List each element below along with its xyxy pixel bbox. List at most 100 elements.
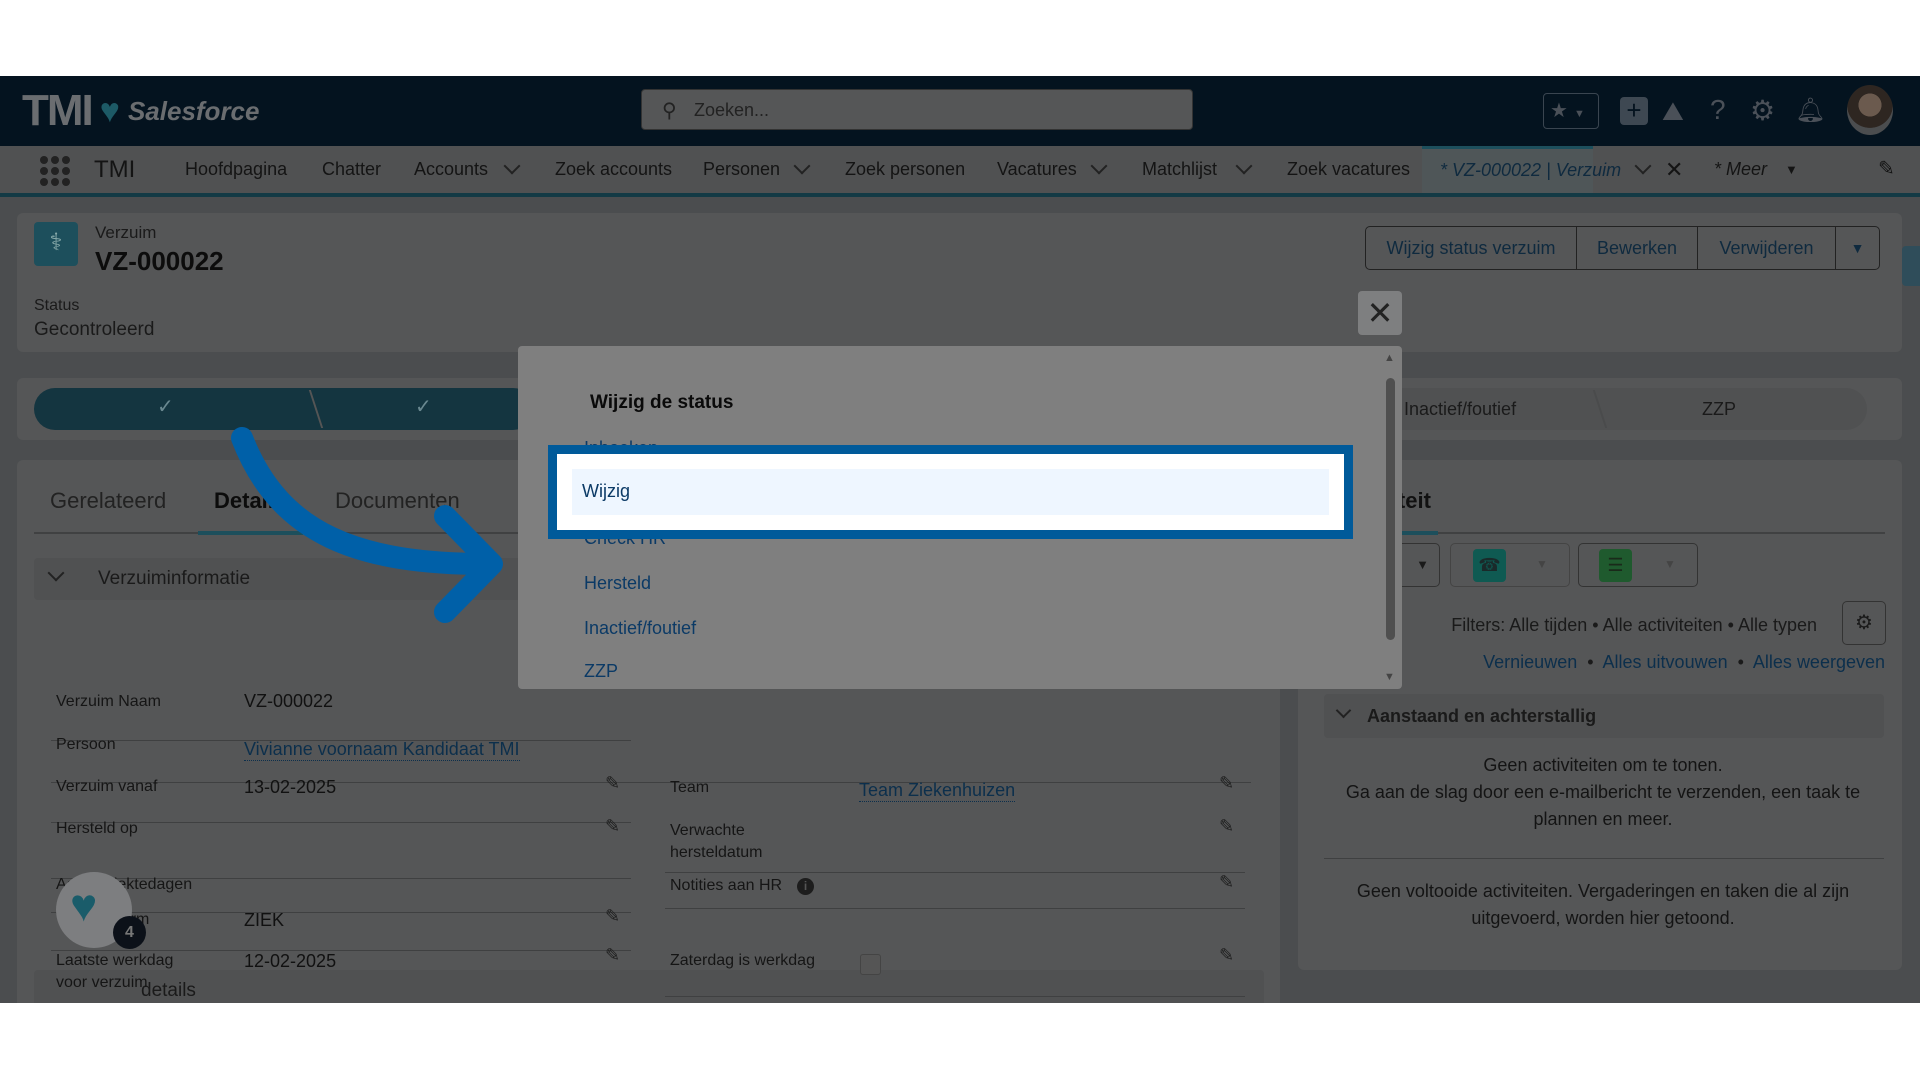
field-label: Zaterdag is werkdag	[670, 952, 815, 969]
search-input[interactable]: ⚲ Zoeken...	[641, 89, 1193, 130]
nav-personen[interactable]: Personen	[703, 146, 780, 193]
status-option-inactief[interactable]: Inactief/foutief	[584, 618, 696, 639]
nav-zoek-accounts[interactable]: Zoek accounts	[555, 146, 672, 193]
bewerken-button[interactable]: Bewerken	[1576, 226, 1698, 270]
status-option-wijzig[interactable]: Wijzig	[572, 469, 1329, 515]
edit-pencil-icon[interactable]: ✎	[1219, 816, 1234, 837]
phone-log-icon: ☎	[1473, 549, 1506, 582]
chevron-down-icon[interactable]	[793, 157, 811, 175]
edit-pencil-icon[interactable]: ✎	[1219, 872, 1234, 893]
field-verzuim-vanaf: 13-02-2025	[244, 777, 337, 797]
empty-past: Geen voltooide activiteiten. Vergadering…	[1356, 881, 1850, 928]
field-label: Verzuim Naam	[56, 693, 161, 710]
edit-pencil-icon[interactable]: ✎	[605, 773, 620, 794]
call-action-button[interactable]: ☎ ▼	[1450, 543, 1570, 587]
edit-pencil-icon[interactable]: ✎	[605, 906, 620, 927]
star-icon: ★	[1550, 100, 1568, 122]
edit-pencil-icon[interactable]: ✎	[605, 816, 620, 837]
info-icon[interactable]: i	[797, 878, 814, 895]
section-title: Aanstaand en achterstallig	[1367, 706, 1597, 726]
modal-scrollbar[interactable]	[1386, 378, 1395, 640]
app-launcher-icon[interactable]	[40, 156, 70, 186]
divider	[51, 782, 1251, 783]
zaterdag-checkbox[interactable]	[860, 954, 881, 975]
tab-label: * VZ-000022 | Verzuim	[1440, 160, 1622, 180]
record-header: ⚕ Verzuim VZ-000022 Wijzig status verzui…	[17, 213, 1902, 352]
nav-chatter[interactable]: Chatter	[322, 146, 381, 193]
favorites-button[interactable]: ★ ▼	[1543, 93, 1599, 129]
salesforce-app: TMI ♥ Salesforce ⚲ Zoeken... ★ ▼ + ⛰ ? ⚙ …	[0, 76, 1920, 1003]
nav-zoek-personen[interactable]: Zoek personen	[845, 146, 965, 193]
field-persoon-link[interactable]: Vivianne voornaam Kandidaat TMI	[244, 739, 520, 761]
side-panel-toggle[interactable]	[1902, 246, 1920, 286]
section-details[interactable]: details	[34, 970, 1264, 1003]
field-label: Verwachte hersteldatum	[670, 822, 763, 861]
navigation-bar: TMI Hoofdpagina Chatter Accounts Zoek ac…	[0, 146, 1920, 197]
trailhead-icon[interactable]: ⛰	[1662, 96, 1684, 128]
vernieuwen-link[interactable]: Vernieuwen	[1483, 652, 1577, 672]
stethoscope-icon: ⚕	[34, 222, 78, 266]
section-aanstaand[interactable]: Aanstaand en achterstallig	[1324, 694, 1884, 738]
nav-zoek-vacatures[interactable]: Zoek vacatures	[1287, 146, 1410, 193]
edit-pencil-icon[interactable]: ✎	[605, 945, 620, 966]
help-icon[interactable]: ?	[1710, 94, 1726, 126]
more-actions-button[interactable]: ▼	[1835, 226, 1880, 270]
bell-icon[interactable]: 🔔︎	[1795, 96, 1825, 125]
logo[interactable]: TMI ♥ Salesforce	[22, 86, 259, 136]
alles-uitvouwen-link[interactable]: Alles uitvouwen	[1603, 652, 1728, 672]
nav-hoofdpagina[interactable]: Hoofdpagina	[185, 146, 287, 193]
field-verzuim-naam: VZ-000022	[244, 691, 334, 711]
field-label: Laatste werkdag voor verzuim	[56, 952, 174, 991]
divider	[665, 996, 1245, 997]
scroll-up-icon[interactable]: ▲	[1384, 352, 1395, 364]
status-value: Gecontroleerd	[34, 319, 155, 340]
search-icon: ⚲	[662, 100, 677, 122]
verwijderen-button[interactable]: Verwijderen	[1697, 226, 1836, 270]
status-label: Status	[34, 297, 80, 314]
wijzig-status-verzuim-button[interactable]: Wijzig status verzuim	[1365, 226, 1577, 270]
activity-settings-button[interactable]: ⚙	[1842, 601, 1886, 645]
chevron-down-icon[interactable]	[503, 157, 521, 175]
modal-title: Wijzig de status	[590, 392, 734, 413]
nav-vacatures[interactable]: Vacatures	[997, 146, 1077, 193]
chevron-down-icon: ▼	[1536, 557, 1548, 571]
nav-matchlijst[interactable]: Matchlijst	[1142, 146, 1217, 193]
field-label: Hersteld op	[56, 820, 138, 837]
app-name: TMI	[94, 156, 136, 183]
close-tab-icon[interactable]: ✕	[1665, 146, 1683, 193]
chevron-down-icon[interactable]	[1235, 157, 1253, 175]
scroll-down-icon[interactable]: ▼	[1384, 671, 1395, 683]
status-option-zzp[interactable]: ZZP	[584, 661, 618, 682]
field-laatste-werkdag: 12-02-2025	[244, 951, 337, 971]
modal-close-button[interactable]: ✕	[1358, 291, 1402, 335]
nav-accounts[interactable]: Accounts	[414, 146, 488, 193]
chevron-down-icon[interactable]: ▼	[1785, 146, 1798, 193]
floating-heart-button[interactable]: ♥ 4	[56, 872, 146, 949]
activity-filters: Filters: Alle tijden • Alle activiteiten…	[1451, 615, 1817, 635]
chevron-down-icon[interactable]	[1090, 157, 1108, 175]
pointer-arrow	[231, 427, 503, 623]
task-action-button[interactable]: ☰ ▼	[1578, 543, 1698, 587]
gear-icon[interactable]: ⚙	[1750, 94, 1775, 127]
status-option-hersteld[interactable]: Hersteld	[584, 573, 651, 594]
path-stage-zzp[interactable]: ZZP	[1702, 399, 1736, 420]
divider	[51, 822, 631, 823]
tab-gerelateerd[interactable]: Gerelateerd	[50, 488, 166, 514]
field-label: Persoon	[56, 736, 116, 753]
edit-pencil-icon[interactable]: ✎	[1219, 773, 1234, 794]
avatar[interactable]	[1847, 85, 1893, 135]
arrow-curve	[231, 427, 499, 575]
field-team-link[interactable]: Team Ziekenhuizen	[859, 780, 1016, 802]
edit-pencil-icon[interactable]: ✎	[1219, 945, 1234, 966]
task-list-icon: ☰	[1599, 549, 1632, 582]
alles-weergeven-link[interactable]: Alles weergeven	[1753, 652, 1885, 672]
chevron-down-icon[interactable]	[1634, 157, 1652, 175]
chevron-down-icon: ▼	[1573, 108, 1585, 120]
path-stage-inactief[interactable]: Inactief/foutief	[1404, 399, 1516, 420]
add-icon[interactable]: +	[1620, 97, 1648, 125]
field-label: Team	[670, 779, 710, 796]
nav-more[interactable]: * Meer	[1714, 146, 1767, 193]
tab-vz-000022[interactable]: * VZ-000022 | Verzuim	[1422, 146, 1621, 193]
chevron-down-icon: ▼	[1664, 557, 1676, 571]
edit-nav-pencil-icon[interactable]: ✎	[1878, 146, 1895, 193]
